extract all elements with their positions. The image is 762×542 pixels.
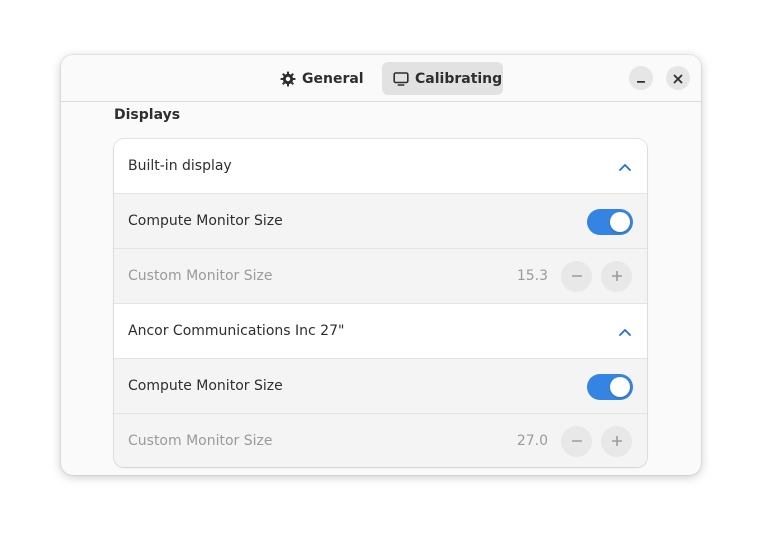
compute-size-switch[interactable] xyxy=(587,209,633,235)
section-title: Displays xyxy=(114,107,181,123)
compute-size-label: Compute Monitor Size xyxy=(128,213,283,229)
compute-size-label: Compute Monitor Size xyxy=(128,378,283,394)
monitor-icon xyxy=(393,71,409,87)
tab-general-label: General xyxy=(302,70,364,87)
close-button[interactable] xyxy=(666,66,690,90)
chevron-up-icon xyxy=(617,159,633,173)
gear-icon xyxy=(280,71,296,87)
custom-size-label: Custom Monitor Size xyxy=(128,268,273,284)
switch-knob xyxy=(610,212,630,232)
custom-size-label: Custom Monitor Size xyxy=(128,433,273,449)
tab-calibrating[interactable]: Calibrating xyxy=(382,62,503,95)
switch-knob xyxy=(610,377,630,397)
minus-icon xyxy=(571,267,583,286)
tab-general[interactable]: General xyxy=(269,62,365,95)
display-expander-row[interactable]: Built-in display xyxy=(114,139,647,194)
compute-size-row: Compute Monitor Size xyxy=(114,194,647,249)
tab-calibrating-label: Calibrating xyxy=(415,70,503,87)
custom-size-row: Custom Monitor Size 27.0 xyxy=(114,414,647,467)
plus-icon xyxy=(611,432,623,451)
header-bar: General Calibrating xyxy=(61,55,701,102)
increase-button[interactable] xyxy=(601,261,632,292)
displays-list: Built-in display Compute Monitor Size Cu… xyxy=(114,139,647,467)
custom-size-value: 27.0 xyxy=(516,433,548,449)
increase-button[interactable] xyxy=(601,426,632,457)
display-expander-row[interactable]: Ancor Communications Inc 27" xyxy=(114,304,647,359)
decrease-button[interactable] xyxy=(561,426,592,457)
display-name: Built-in display xyxy=(128,158,232,174)
minimize-icon xyxy=(636,69,646,88)
plus-icon xyxy=(611,267,623,286)
minimize-button[interactable] xyxy=(629,66,653,90)
custom-size-row: Custom Monitor Size 15.3 xyxy=(114,249,647,304)
custom-size-value: 15.3 xyxy=(516,268,548,284)
decrease-button[interactable] xyxy=(561,261,592,292)
close-icon xyxy=(673,69,683,88)
display-name: Ancor Communications Inc 27" xyxy=(128,323,345,339)
app-window: General Calibrating Displays Built-in di… xyxy=(61,55,701,475)
minus-icon xyxy=(571,432,583,451)
chevron-up-icon xyxy=(617,324,633,338)
compute-size-switch[interactable] xyxy=(587,374,633,400)
compute-size-row: Compute Monitor Size xyxy=(114,359,647,414)
